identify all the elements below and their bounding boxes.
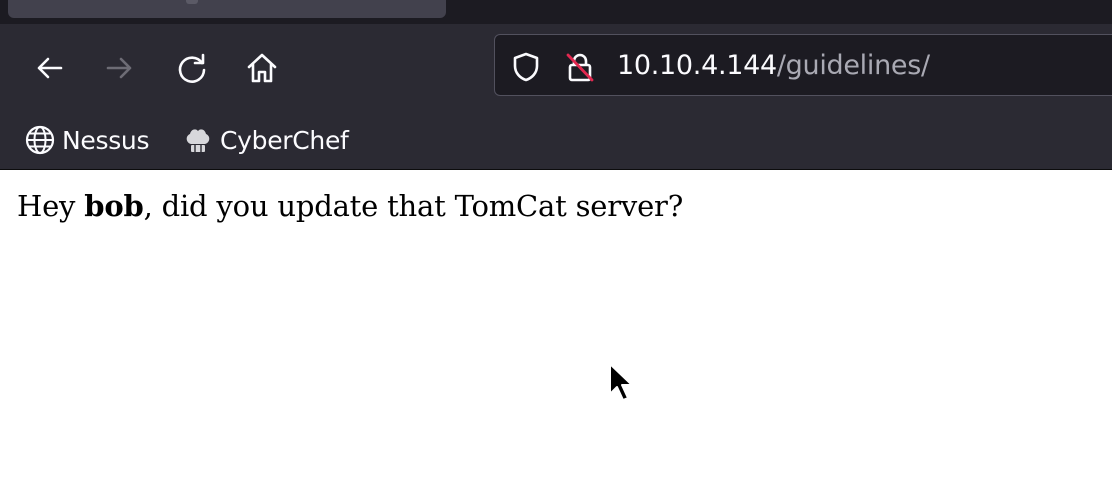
page-content: Hey bob, did you update that TomCat serv… xyxy=(0,170,1112,480)
tab-strip xyxy=(0,0,1112,24)
bookmark-label: CyberChef xyxy=(220,125,349,155)
url-path: /guidelines/ xyxy=(776,50,930,81)
message-prefix: Hey xyxy=(17,189,85,223)
bookmark-cyberchef[interactable]: CyberChef xyxy=(182,120,349,160)
back-button[interactable] xyxy=(27,46,71,90)
arrow-left-icon xyxy=(37,57,63,79)
home-button[interactable] xyxy=(240,46,284,90)
bookmark-nessus[interactable]: Nessus xyxy=(24,120,150,160)
navigation-toolbar: 10.10.4.144/guidelines/ xyxy=(0,24,1112,112)
reload-button[interactable] xyxy=(170,46,214,90)
arrow-right-icon xyxy=(106,57,132,79)
mouse-pointer-icon xyxy=(608,362,636,409)
bookmark-label: Nessus xyxy=(62,125,150,155)
chef-hat-icon xyxy=(182,124,214,156)
tab-favicon-icon xyxy=(186,0,198,4)
home-icon xyxy=(247,53,277,83)
guidelines-message: Hey bob, did you update that TomCat serv… xyxy=(17,186,683,226)
user-name: bob xyxy=(84,189,144,223)
globe-icon xyxy=(24,124,56,156)
url-text[interactable]: 10.10.4.144/guidelines/ xyxy=(617,49,930,83)
insecure-lock-icon[interactable] xyxy=(563,50,597,84)
reload-icon xyxy=(178,53,206,83)
forward-button[interactable] xyxy=(98,46,142,90)
url-host: 10.10.4.144 xyxy=(617,50,777,81)
message-suffix: , did you update that TomCat server? xyxy=(143,189,684,223)
shield-icon[interactable] xyxy=(509,50,543,84)
browser-tab[interactable] xyxy=(8,0,446,18)
bookmarks-toolbar: Nessus CyberChef xyxy=(0,112,1112,170)
url-bar[interactable]: 10.10.4.144/guidelines/ xyxy=(494,34,1112,96)
